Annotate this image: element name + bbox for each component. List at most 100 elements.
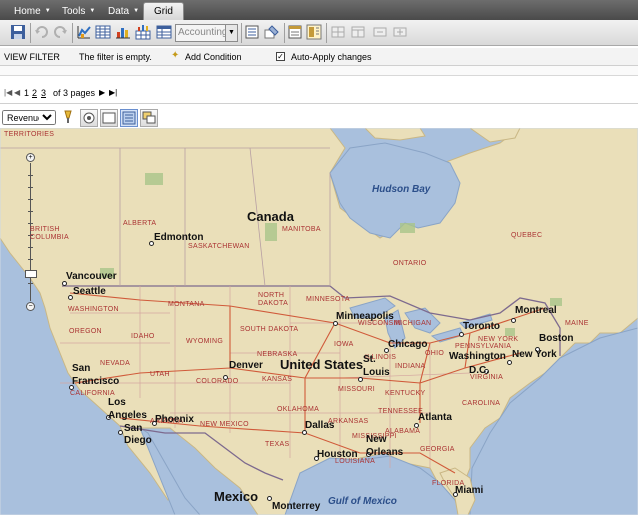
save-icon[interactable] xyxy=(10,24,26,40)
region-label: KENTUCKY xyxy=(385,390,426,397)
city-label: Orleans xyxy=(366,447,404,458)
city-marker[interactable] xyxy=(118,430,123,435)
city-marker[interactable] xyxy=(414,423,419,428)
city-label: Toronto xyxy=(463,321,501,332)
merge-icon[interactable] xyxy=(350,24,366,40)
city-label: Miami xyxy=(455,485,484,496)
theme-select[interactable]: Accounting ▼ xyxy=(175,24,238,42)
zoom-thumb[interactable] xyxy=(25,270,37,278)
metric-select[interactable]: Revenue xyxy=(2,110,56,125)
zoom-in-icon[interactable]: + xyxy=(26,153,35,162)
region-label: MINNESOTA xyxy=(306,296,350,303)
highlight-icon[interactable] xyxy=(60,109,78,127)
page-2-link[interactable]: 2 xyxy=(32,88,37,98)
properties-icon[interactable] xyxy=(244,24,260,40)
toolbar: Accounting ▼ xyxy=(0,20,638,46)
region-label: NEW MEXICO xyxy=(200,421,249,428)
region-label: SOUTH DAKOTA xyxy=(240,326,299,333)
column-icon[interactable] xyxy=(306,24,322,40)
region-label: ALABAMA xyxy=(385,428,421,435)
map-controls: Revenue xyxy=(0,108,638,128)
map-view[interactable]: + − TERRITORIES ALBERTA BRITISH COLUMBIA… xyxy=(0,128,638,515)
format-icon[interactable] xyxy=(264,24,280,40)
region-label: MAINE xyxy=(565,320,589,327)
chart-icon[interactable] xyxy=(115,24,131,40)
tab-home-label: Home xyxy=(14,6,41,17)
chevron-down-icon[interactable]: ▼ xyxy=(225,25,237,41)
add-condition-icon: ✦ xyxy=(171,50,180,61)
toolbar-separator xyxy=(30,23,31,43)
row-icon[interactable] xyxy=(330,24,346,40)
city-label: Chicago xyxy=(388,339,428,350)
zoom-out-icon[interactable]: − xyxy=(26,302,35,311)
region-label: BRITISH xyxy=(30,226,60,233)
region-label: QUEBEC xyxy=(511,232,543,239)
region-label: UTAH xyxy=(150,371,170,378)
redo-icon[interactable] xyxy=(52,24,68,40)
filter-status: The filter is empty. xyxy=(79,52,152,62)
zoom-tick xyxy=(28,175,33,176)
expand-icon[interactable] xyxy=(392,24,408,40)
graph-icon[interactable] xyxy=(76,24,92,40)
region-label: GEORGIA xyxy=(420,446,455,453)
city-marker[interactable] xyxy=(511,318,516,323)
map-view-icon[interactable] xyxy=(120,109,138,127)
city-label: Boston xyxy=(539,333,574,344)
city-label: Minneapolis xyxy=(336,311,394,322)
city-marker[interactable] xyxy=(223,375,228,380)
layers-icon[interactable] xyxy=(140,109,158,127)
filter-area xyxy=(0,66,638,76)
region-label: KANSAS xyxy=(262,376,293,383)
region-label: MONTANA xyxy=(168,301,205,308)
page-icon[interactable] xyxy=(287,24,303,40)
city-marker[interactable] xyxy=(459,332,464,337)
city-marker[interactable] xyxy=(507,360,512,365)
zoom-select-icon[interactable] xyxy=(80,109,98,127)
region-label: NEW YORK xyxy=(478,336,519,343)
tab-home[interactable]: Home ▼ xyxy=(10,2,55,20)
tab-data[interactable]: Data ▼ xyxy=(104,2,143,20)
collapse-icon[interactable] xyxy=(372,24,388,40)
add-condition-link[interactable]: Add Condition xyxy=(185,52,242,62)
region-label: TEXAS xyxy=(265,441,290,448)
city-label: Seattle xyxy=(73,286,106,297)
prev-page-icon[interactable]: ◀ xyxy=(14,88,20,97)
tab-tools-label: Tools xyxy=(62,6,86,17)
next-page-icon[interactable]: ▶ xyxy=(99,88,105,97)
page-1-link[interactable]: 1 xyxy=(24,88,29,98)
menu-tab-bar: Home ▼ Tools ▼ Data ▼ Grid xyxy=(0,0,638,20)
region-label: PENNSYLVANIA xyxy=(455,343,512,350)
toolbar-separator xyxy=(326,23,327,43)
zoom-tick xyxy=(28,187,33,188)
grid-graph-icon[interactable] xyxy=(135,24,151,40)
city-label: Louis xyxy=(363,367,390,378)
city-label: Edmonton xyxy=(154,232,204,243)
layout-icon[interactable] xyxy=(156,24,172,40)
tab-tools[interactable]: Tools ▼ xyxy=(58,2,99,20)
chevron-down-icon: ▼ xyxy=(133,8,140,14)
auto-apply-checkbox[interactable]: ✓ xyxy=(276,52,285,61)
tab-grid-label: Grid xyxy=(154,6,173,17)
country-label: United States xyxy=(280,357,364,372)
toolbar-separator xyxy=(72,23,73,43)
city-label: Atlanta xyxy=(418,412,452,423)
region-label: CAROLINA xyxy=(462,400,501,407)
undo-icon[interactable] xyxy=(34,24,50,40)
page-3-link[interactable]: 3 xyxy=(41,88,46,98)
city-label: Francisco xyxy=(72,376,120,387)
grid-icon[interactable] xyxy=(95,24,111,40)
country-label: Mexico xyxy=(214,489,259,504)
tab-grid[interactable]: Grid xyxy=(143,2,184,20)
water-label: Gulf of Mexico xyxy=(328,496,397,507)
city-label: Angeles xyxy=(108,410,147,421)
region-label: ONTARIO xyxy=(393,260,427,267)
zoom-tick xyxy=(28,223,33,224)
city-label: St. xyxy=(363,354,376,365)
first-page-icon[interactable]: |◀ xyxy=(4,88,12,97)
city-label: New York xyxy=(512,349,557,360)
region-label: COLUMBIA xyxy=(30,234,69,241)
last-page-icon[interactable]: ▶| xyxy=(109,88,117,97)
pan-icon[interactable] xyxy=(100,109,118,127)
region-label: NORTH xyxy=(258,292,285,299)
city-label: Dallas xyxy=(305,420,335,431)
